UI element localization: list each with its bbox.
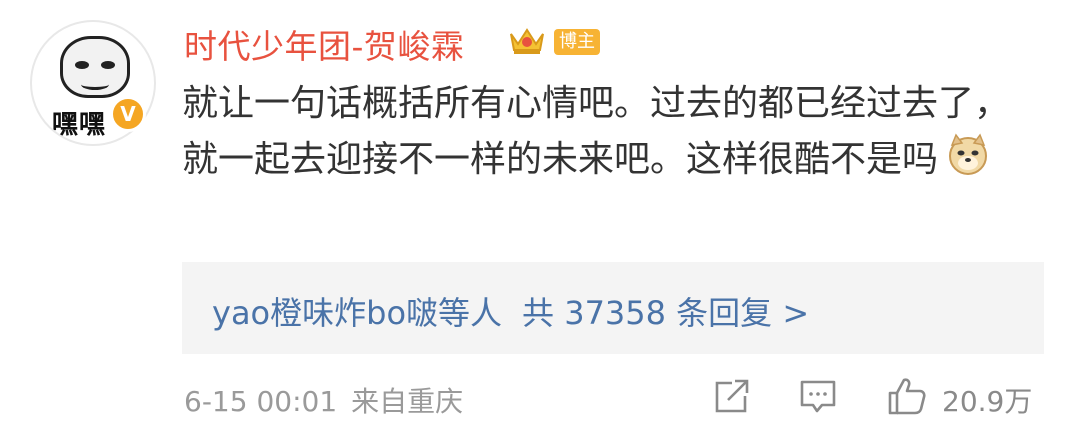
reply-summary[interactable]: yao橙味炸bo啵等人共 37358 条回复 > — [182, 262, 1044, 354]
source-location: 来自重庆 — [351, 385, 464, 418]
thumbs-up-icon[interactable] — [886, 376, 928, 416]
verified-badge-icon: V — [110, 96, 146, 132]
comment-text: 就让一句话概括所有心情吧。过去的都已经过去了，就一起去迎接不一样的未来吧。这样很… — [182, 83, 1011, 180]
share-icon[interactable] — [712, 376, 750, 416]
comment-content: 就让一句话概括所有心情吧。过去的都已经过去了，就一起去迎接不一样的未来吧。这样很… — [182, 76, 1042, 188]
blogger-badge: 博主 — [554, 29, 600, 55]
timestamp: 6-15 00:01 — [184, 385, 338, 418]
username-link[interactable]: 时代少年团-贺峻霖 — [184, 20, 464, 68]
avatar-face-drawing — [60, 36, 130, 98]
comment-icon[interactable] — [798, 376, 838, 416]
reply-count-link[interactable]: 共 37358 条回复 > — [522, 294, 809, 332]
crown-icon — [510, 28, 544, 54]
avatar-caption: 嘿嘿 — [52, 110, 107, 140]
reply-users[interactable]: yao橙味炸bo啵等人 — [212, 294, 502, 332]
like-count: 20.9万 — [942, 385, 1033, 418]
comment-meta: 6-15 00:01 来自重庆 — [184, 380, 463, 420]
doge-emoji-icon — [949, 133, 988, 175]
